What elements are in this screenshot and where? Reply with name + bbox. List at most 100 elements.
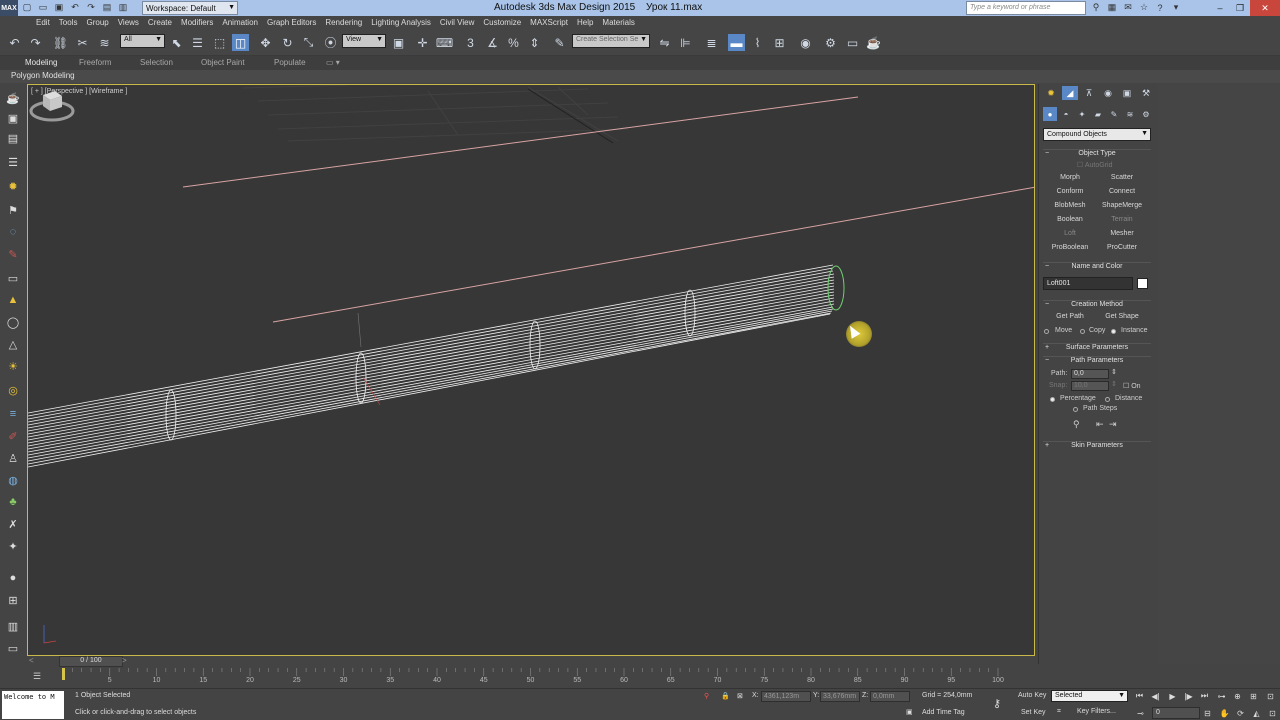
menu-customize[interactable]: Customize [483, 16, 528, 30]
tab-populate[interactable]: Populate [274, 58, 306, 67]
snap-spinner[interactable]: 10,0 [1071, 381, 1109, 391]
tool-icon[interactable]: ✦ [5, 538, 21, 554]
next-frame-icon[interactable]: > [122, 656, 127, 665]
menu-group[interactable]: Group [86, 16, 115, 30]
path-spinner[interactable]: 0,0 [1071, 369, 1109, 379]
time-tag-icon[interactable]: ▣ [906, 708, 913, 716]
next-shape-icon[interactable]: ⇥ [1109, 419, 1117, 430]
polygon-modeling-panel[interactable]: Polygon Modeling [11, 71, 75, 80]
angle-snap-icon[interactable]: ∡ [484, 34, 501, 51]
object-type-rollout[interactable]: − Object Type [1043, 149, 1151, 160]
tab-freeform[interactable]: Freeform [79, 58, 111, 67]
path-parameters-rollout[interactable]: − Path Parameters [1043, 356, 1151, 367]
monitor-icon[interactable]: ▭ [5, 640, 21, 656]
app-logo-button[interactable]: MAX [0, 0, 18, 16]
motion-tab-icon[interactable]: ◉ [1100, 86, 1116, 100]
play-icon[interactable]: ▶ [1166, 690, 1179, 702]
x-coordinate-field[interactable]: 4361,123m [761, 691, 811, 702]
autogrid-checkbox[interactable]: ☐ AutoGrid [1077, 161, 1112, 169]
teapot-icon[interactable]: ☕ [5, 90, 21, 106]
tab-modeling[interactable]: Modeling [25, 58, 57, 67]
minimize-icon[interactable]: – [1210, 0, 1230, 16]
mesher-button[interactable]: Mesher [1096, 229, 1148, 241]
curve-editor-icon[interactable]: ⌇ [749, 34, 766, 51]
shapemerge-button[interactable]: ShapeMerge [1096, 201, 1148, 213]
menu-create[interactable]: Create [148, 16, 179, 30]
zoom-extents-icon[interactable]: ⊡ [1264, 690, 1277, 702]
menu-lighting-analysis[interactable]: Lighting Analysis [371, 16, 438, 30]
rectangular-selection-icon[interactable]: ⬚ [211, 34, 228, 51]
select-object-icon[interactable]: ⬉ [168, 34, 185, 51]
layers-icon[interactable]: ▤ [5, 130, 21, 146]
render-production-icon[interactable]: ☕ [865, 34, 882, 51]
key-filters-icon[interactable]: ⌗ [1057, 708, 1061, 716]
path-steps-radio[interactable] [1073, 407, 1078, 412]
pivot-center-icon[interactable]: ▣ [390, 34, 407, 51]
current-frame-field[interactable]: 0 [1152, 707, 1200, 719]
y-coordinate-field[interactable]: 33,676mm [820, 691, 860, 702]
geometry-icon[interactable]: ● [1043, 107, 1057, 121]
track-bar[interactable]: ☰ 5 10 15 20 25 30 35 40 45 50 55 60 65 70 75 80 85 90 95 1… [0, 668, 1280, 688]
redo-icon[interactable]: ↷ [27, 34, 44, 51]
align-icon[interactable]: ⊫ [677, 34, 694, 51]
previous-frame-icon[interactable]: < [29, 656, 34, 665]
schematic-view-icon[interactable]: ⊞ [771, 34, 788, 51]
scatter-button[interactable]: Scatter [1096, 173, 1148, 185]
graphite-toggle-icon[interactable]: ▬ [728, 34, 745, 51]
box-icon[interactable]: ▣ [5, 110, 21, 126]
rendered-frame-window-icon[interactable]: ▭ [844, 34, 861, 51]
modify-tab-icon[interactable]: ◢ [1062, 86, 1078, 100]
menu-animation[interactable]: Animation [222, 16, 265, 30]
menu-views[interactable]: Views [118, 16, 146, 30]
on-checkbox[interactable]: ☐ On [1123, 382, 1141, 390]
keyboard-shortcut-override-icon[interactable]: ⌨ [436, 34, 453, 51]
paint-icon[interactable]: ✎ [5, 246, 21, 262]
go-to-start-icon[interactable]: ⏮ [1133, 690, 1146, 702]
get-path-button[interactable]: Get Path [1044, 312, 1096, 324]
key-selection-dropdown[interactable]: Selected ▼ [1051, 690, 1128, 702]
zoom-icon[interactable]: ⊕ [1231, 690, 1244, 702]
shapes-icon[interactable]: ◓ [1059, 107, 1073, 121]
lights-icon[interactable]: ✦ [1075, 107, 1089, 121]
tab-object-paint[interactable]: Object Paint [201, 58, 245, 67]
orbit-icon[interactable]: ⟳ [1234, 707, 1247, 719]
maxscript-listener[interactable]: Welcome to M [2, 691, 64, 719]
bind-space-warp-icon[interactable]: ≋ [96, 34, 113, 51]
cameras-icon[interactable]: ▰ [1091, 107, 1105, 121]
time-slider[interactable]: < 0 / 100 > [27, 656, 1035, 668]
panel-icon[interactable]: ▥ [5, 618, 21, 634]
connect-button[interactable]: Connect [1096, 187, 1148, 199]
link-icon[interactable]: ⛓ [52, 34, 69, 51]
undo-icon[interactable]: ↶ [68, 1, 82, 14]
tab-selection[interactable]: Selection [140, 58, 173, 67]
key-mode-toggle-icon[interactable]: ⊸ [1134, 707, 1147, 719]
camera-icon[interactable]: ⚑ [5, 202, 21, 218]
next-key-icon[interactable]: |▶ [1182, 690, 1195, 702]
menu-tools[interactable]: Tools [59, 16, 85, 30]
sphere-light-icon[interactable]: ● [5, 570, 21, 586]
workspace-dropdown[interactable]: Workspace: Default ▼ [142, 1, 238, 15]
open-file-icon[interactable]: ▭ [36, 1, 50, 14]
hold-icon[interactable]: ▤ [100, 1, 114, 14]
percent-snap-icon[interactable]: % [505, 34, 522, 51]
pan-icon[interactable]: ✋ [1218, 707, 1231, 719]
proboolean-button[interactable]: ProBoolean [1044, 243, 1096, 255]
maximize-viewport-icon[interactable]: ⊡ [1266, 707, 1279, 719]
current-frame-marker[interactable] [62, 668, 65, 680]
object-category-dropdown[interactable]: Compound Objects ▼ [1043, 128, 1151, 141]
move-radio[interactable] [1044, 329, 1049, 334]
edit-named-selection-icon[interactable]: ✎ [551, 34, 568, 51]
plane-icon[interactable]: ▭ [5, 270, 21, 286]
character-icon[interactable]: ♙ [5, 450, 21, 466]
blobmesh-button[interactable]: BlobMesh [1044, 201, 1096, 213]
creation-method-rollout[interactable]: − Creation Method [1043, 300, 1151, 311]
copy-radio[interactable] [1080, 329, 1085, 334]
globe-icon[interactable]: ◍ [5, 472, 21, 488]
menu-materials[interactable]: Materials [602, 16, 641, 30]
mini-curve-editor-icon[interactable]: ☰ [33, 671, 49, 683]
terrain-button[interactable]: Terrain [1096, 215, 1148, 227]
boolean-button[interactable]: Boolean [1044, 215, 1096, 227]
set-key-button[interactable]: Set Key [1021, 709, 1046, 716]
plant-icon[interactable]: ♣ [5, 494, 21, 510]
save-file-icon[interactable]: ▣ [52, 1, 66, 14]
